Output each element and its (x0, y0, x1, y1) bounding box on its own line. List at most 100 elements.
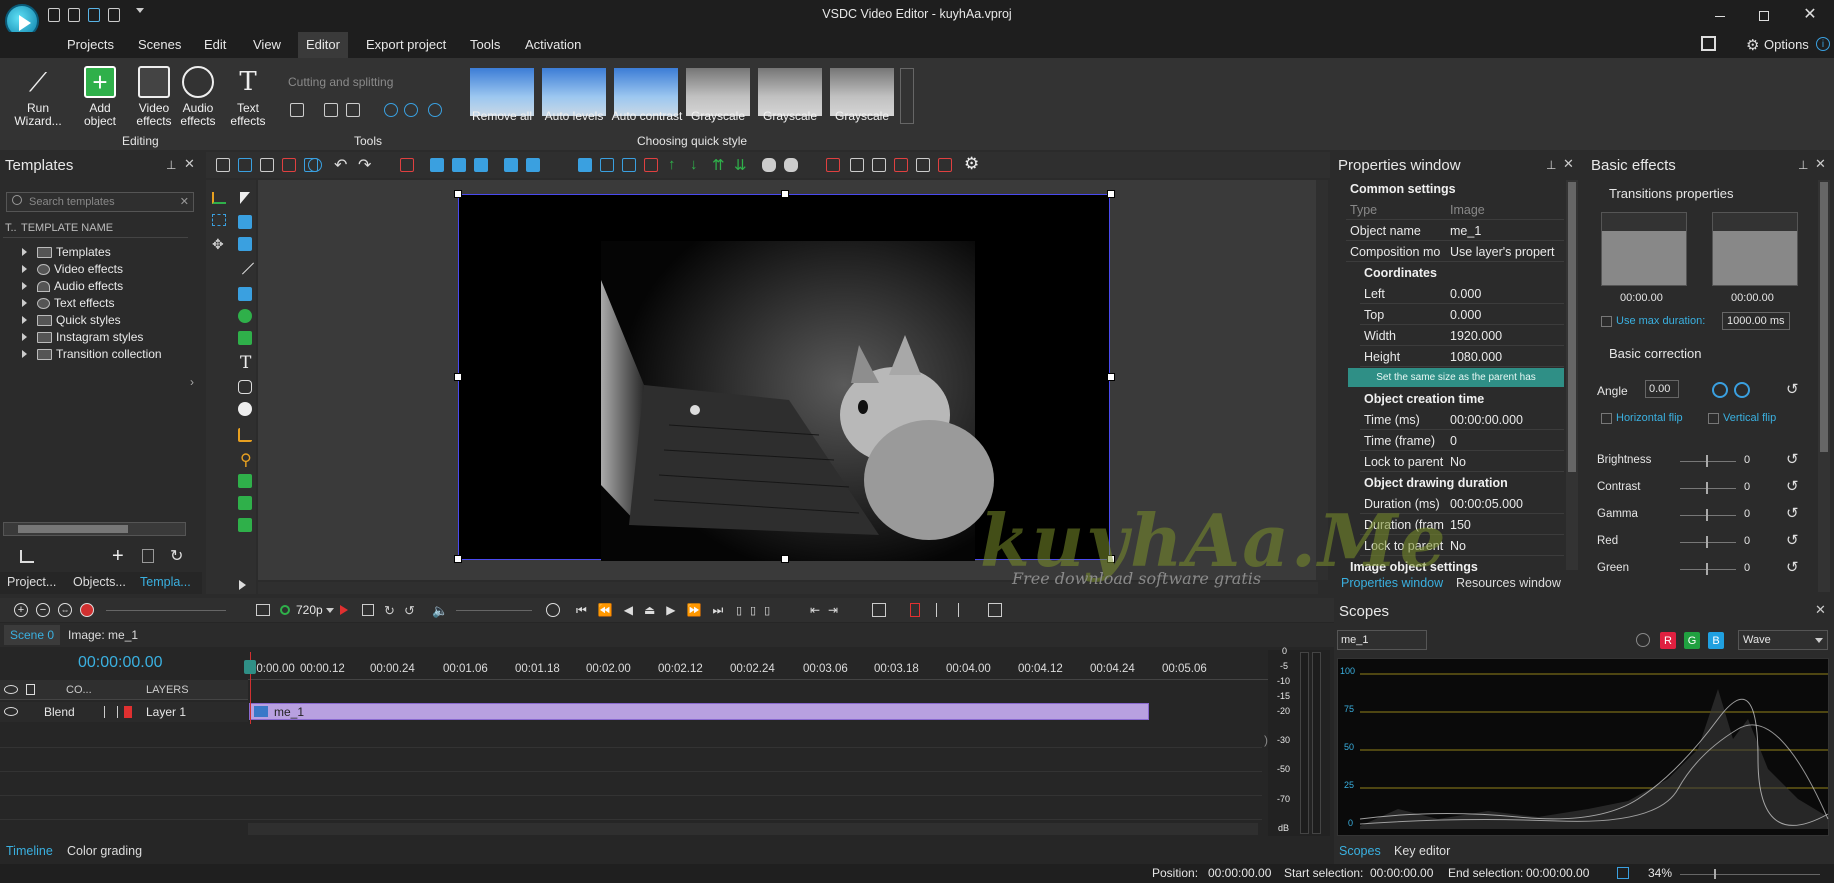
bring-front-icon[interactable]: ⇈ (712, 156, 725, 174)
pin-icon[interactable]: ⊥ (1798, 158, 1808, 172)
reset-angle-icon[interactable]: ↺ (1786, 380, 1799, 398)
audio-tool-icon[interactable] (238, 496, 252, 510)
resize-handle[interactable] (454, 190, 462, 198)
timeline-hscrollbar[interactable] (248, 823, 1258, 835)
tab-scene-0[interactable]: Scene 0 (4, 625, 61, 645)
close-window-button[interactable]: ✕ (1802, 6, 1818, 23)
animation-tool-icon[interactable]: ⚲ (240, 450, 252, 470)
move-tool-icon[interactable]: ✥ (212, 236, 224, 253)
maximize-button[interactable] (1756, 8, 1772, 24)
gear-icon[interactable]: ⚙ (1746, 36, 1759, 54)
audio-wave-icon[interactable] (104, 706, 118, 718)
resize-handle[interactable] (781, 190, 789, 198)
menu-activation[interactable]: Activation (525, 37, 581, 52)
close-panel-icon[interactable]: ✕ (1563, 156, 1574, 172)
prop-value[interactable]: me_1 (1450, 224, 1562, 238)
split-icon[interactable] (324, 103, 338, 117)
prop-row-lock-parent[interactable]: Lock to parent No (1360, 453, 1564, 472)
run-wizard-button[interactable]: ⟋ Run Wizard... (6, 66, 70, 128)
prop-row-composition[interactable]: Composition mo Use layer's propert (1346, 243, 1564, 262)
close-panel-icon[interactable]: ✕ (184, 156, 195, 172)
subtitle-tool-icon[interactable] (238, 380, 252, 394)
align-left-icon[interactable] (430, 158, 444, 172)
same-size-icon[interactable] (600, 158, 614, 172)
transition-out-preview[interactable] (1712, 212, 1798, 286)
image-tool-icon[interactable] (238, 474, 252, 488)
refresh-preview-icon[interactable]: ↺ (404, 603, 415, 619)
chart-tool-icon[interactable] (238, 428, 252, 442)
video-tool-icon[interactable] (238, 518, 252, 532)
guides-icon[interactable] (872, 158, 886, 172)
resize-handle[interactable] (1107, 555, 1115, 563)
blue-channel-toggle[interactable]: B (1708, 632, 1724, 649)
prop-row-left[interactable]: Left 0.000 (1360, 285, 1564, 304)
gamma-slider[interactable] (1680, 509, 1736, 521)
resolution-chevron-down-icon[interactable] (326, 608, 334, 613)
visibility-eye-icon[interactable] (4, 707, 18, 716)
tab-objects-explorer[interactable]: Objects... (73, 575, 126, 589)
cutting-splitting-button[interactable]: Cutting and splitting (288, 75, 393, 89)
red-channel-toggle[interactable]: R (1660, 632, 1676, 649)
collapse-panel-icon[interactable]: › (190, 375, 194, 389)
close-panel-icon[interactable]: ✕ (1815, 602, 1826, 618)
prop-value[interactable]: 1080.000 (1450, 350, 1562, 364)
marker-controls[interactable]: ▯▯▯ (736, 604, 778, 617)
menu-editor[interactable]: Editor (298, 32, 348, 58)
distribute-icon[interactable] (578, 158, 592, 172)
prop-row-height[interactable]: Height 1080.000 (1360, 348, 1564, 367)
basic-correction-section[interactable]: Basic correction (1609, 346, 1701, 361)
delete-icon[interactable] (282, 158, 296, 172)
loop-icon[interactable]: ↻ (384, 603, 395, 619)
resize-handle[interactable] (1107, 190, 1115, 198)
rotate-90-cw-icon[interactable] (1734, 382, 1750, 398)
volume-slider[interactable] (456, 610, 532, 611)
prop-value[interactable]: 150 (1450, 518, 1562, 532)
clock-icon[interactable] (546, 603, 560, 617)
prop-row-top[interactable]: Top 0.000 (1360, 306, 1564, 325)
record-icon[interactable] (80, 603, 94, 617)
timeline-settings-icon[interactable] (988, 603, 1002, 617)
transition-in-preview[interactable] (1601, 212, 1687, 286)
ellipse-tool-icon[interactable] (238, 309, 252, 323)
prop-value[interactable]: 0.000 (1450, 287, 1562, 301)
layer-row[interactable]: Blend Layer 1 (0, 702, 248, 722)
prop-row-time-ms[interactable]: Time (ms) 00:00:00.000 (1360, 411, 1564, 430)
prop-value[interactable]: 0 (1450, 434, 1562, 448)
border-icon[interactable] (916, 158, 930, 172)
same-size-button[interactable]: Set the same size as the parent has (1348, 368, 1564, 387)
visibility-eye-icon[interactable] (4, 685, 18, 694)
tree-item-instagram-styles[interactable]: Instagram styles (22, 330, 143, 344)
resize-handle[interactable] (454, 373, 462, 381)
prop-row-object-name[interactable]: Object name me_1 (1346, 222, 1564, 241)
menu-scenes[interactable]: Scenes (138, 37, 181, 52)
max-duration-input[interactable]: 1000.00 ms (1722, 312, 1790, 330)
playhead-handle[interactable] (244, 660, 256, 674)
align-right-icon[interactable] (474, 158, 488, 172)
circle-select-icon[interactable] (308, 158, 322, 172)
zoom-fit-icon[interactable]: ⇔ (58, 603, 72, 617)
align-top-icon[interactable] (504, 158, 518, 172)
menu-tools[interactable]: Tools (470, 37, 500, 52)
scope-settings-icon[interactable] (1636, 633, 1650, 647)
templates-hscrollbar[interactable] (3, 522, 186, 536)
prop-row-width[interactable]: Width 1920.000 (1360, 327, 1564, 346)
info-icon[interactable]: i (1816, 37, 1830, 51)
templates-search-input[interactable]: Search templates ✕ (6, 192, 194, 212)
prop-value[interactable]: Use layer's propert (1450, 245, 1562, 259)
align-center-icon[interactable] (452, 158, 466, 172)
refresh-icon[interactable]: ↻ (170, 546, 183, 566)
tab-templates[interactable]: Templa... (140, 575, 191, 589)
prop-row-duration-frame[interactable]: Duration (fram 150 (1360, 516, 1564, 535)
safe-area-icon[interactable] (894, 158, 908, 172)
reset-gamma-icon[interactable]: ↺ (1786, 504, 1799, 522)
menu-projects[interactable]: Projects (67, 37, 114, 52)
delete-template-icon[interactable] (142, 549, 154, 563)
prop-row-duration-ms[interactable]: Duration (ms) 00:00:05.000 (1360, 495, 1564, 514)
ungroup-icon[interactable] (784, 158, 798, 172)
play-red-icon[interactable] (340, 605, 348, 615)
snap-icon[interactable] (826, 158, 840, 172)
prop-value[interactable]: 00:00:05.000 (1450, 497, 1562, 511)
prop-value[interactable]: No (1450, 455, 1562, 469)
speed-icon[interactable] (428, 103, 442, 117)
same-width-icon[interactable] (622, 158, 636, 172)
